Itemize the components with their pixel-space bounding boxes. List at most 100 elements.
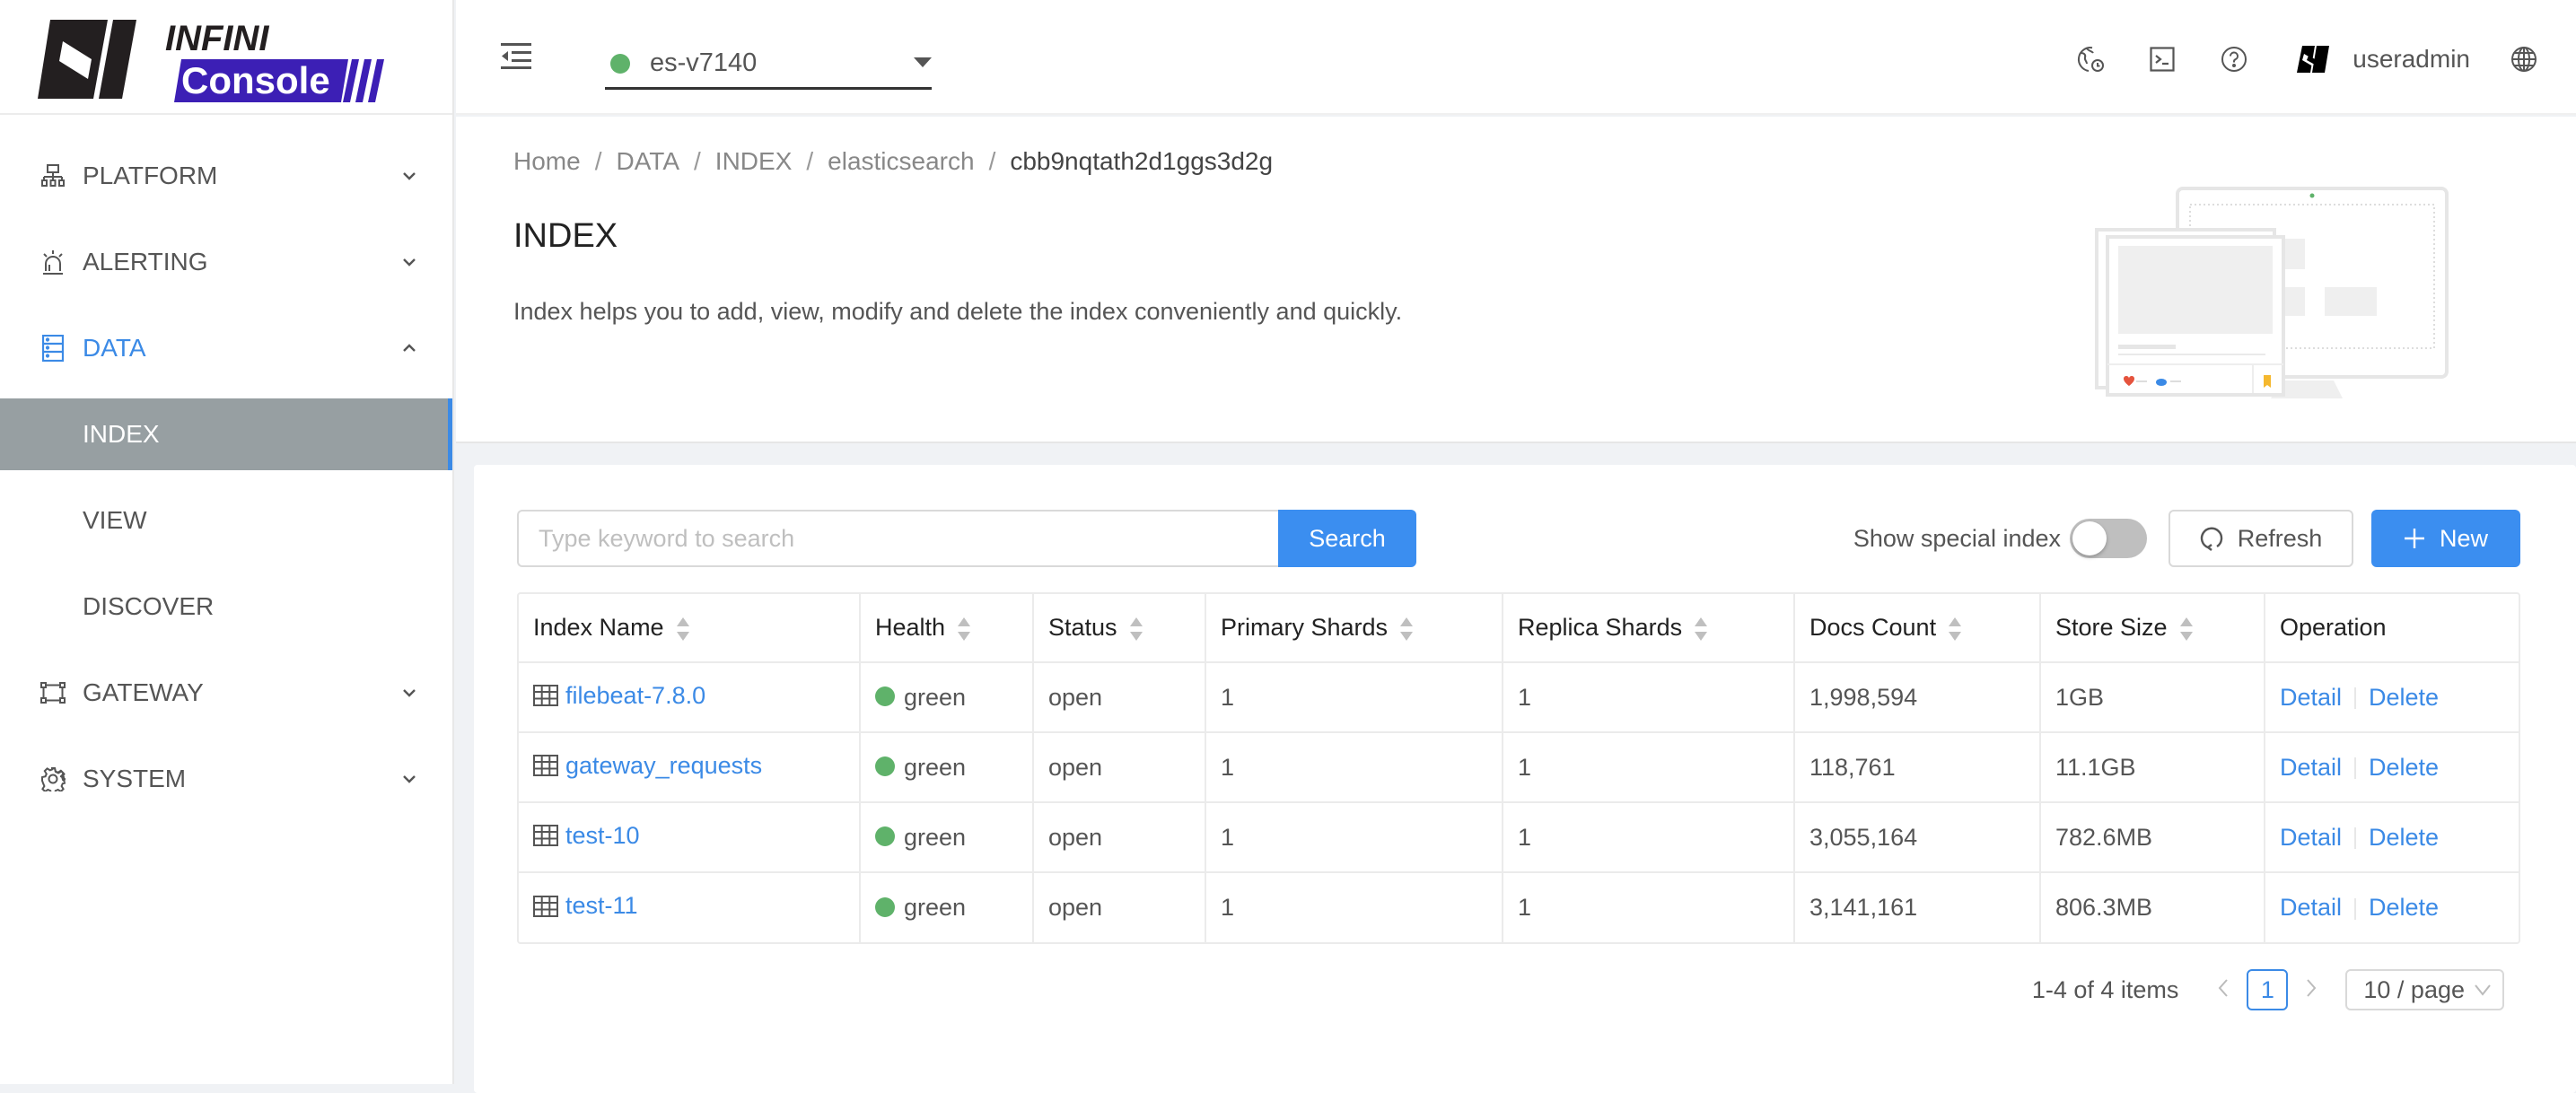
cluster-select[interactable]: es-v7140: [605, 39, 932, 90]
index-name-link[interactable]: gateway_requests: [533, 752, 762, 780]
page-1-button[interactable]: 1: [2247, 969, 2289, 1010]
breadcrumb-home[interactable]: Home: [513, 147, 581, 176]
column-header-store-size[interactable]: Store Size: [2040, 594, 2265, 663]
sidebar-item-alerting[interactable]: ALERTING: [0, 219, 452, 305]
replica-shards-value: 1: [1503, 662, 1795, 733]
detail-link[interactable]: Detail: [2280, 754, 2342, 781]
special-index-toggle[interactable]: [2070, 519, 2147, 558]
user-menu[interactable]: useradmin: [2297, 45, 2470, 74]
top-header: es-v7140 useradmin: [456, 0, 2576, 115]
column-header-health[interactable]: Health: [860, 594, 1034, 663]
replica-shards-value: 1: [1503, 872, 1795, 942]
page-title: INDEX: [513, 217, 618, 255]
sort-icon[interactable]: [1400, 616, 1414, 641]
collapse-sidebar-button[interactable]: [501, 41, 531, 70]
cluster-name: es-v7140: [650, 48, 758, 77]
chevron-right-icon: [2307, 978, 2317, 997]
page-size-select[interactable]: 10 / page: [2345, 969, 2504, 1010]
detail-link[interactable]: Detail: [2280, 894, 2342, 921]
docs-count-value: 3,141,161: [1794, 872, 2041, 942]
primary-shards-value: 1: [1205, 802, 1503, 873]
sort-icon[interactable]: [958, 616, 971, 641]
timezone-globe-icon[interactable]: [2076, 45, 2105, 74]
sort-icon[interactable]: [2179, 616, 2193, 641]
breadcrumb-data[interactable]: DATA: [616, 147, 679, 176]
delete-link[interactable]: Delete: [2369, 894, 2439, 921]
cluster-status-dot: [610, 53, 630, 74]
sort-icon[interactable]: [1695, 616, 1708, 641]
reload-icon: [2200, 527, 2222, 551]
status-value: open: [1033, 872, 1206, 942]
chevron-down-icon: [403, 258, 416, 267]
column-header-status[interactable]: Status: [1033, 594, 1206, 663]
divider: [2354, 757, 2357, 780]
username: useradmin: [2353, 45, 2470, 73]
column-header-index-name[interactable]: Index Name: [519, 594, 861, 663]
sort-icon[interactable]: [676, 616, 689, 641]
table-icon: [533, 825, 558, 847]
globe-icon[interactable]: [2510, 45, 2538, 74]
primary-shards-value: 1: [1205, 872, 1503, 942]
plus-icon: [2404, 529, 2424, 548]
svg-text:INFINI: INFINI: [165, 19, 269, 58]
sort-icon[interactable]: [1129, 616, 1143, 641]
sidebar-item-gateway[interactable]: GATEWAY: [0, 650, 452, 736]
docs-count-value: 118,761: [1794, 732, 2041, 803]
column-header-primary-shards[interactable]: Primary Shards: [1205, 594, 1503, 663]
table-row: gateway_requests green open 1 1 118,761 …: [519, 732, 2519, 803]
sidebar-item-index[interactable]: INDEX: [0, 398, 452, 470]
sidebar-item-view[interactable]: VIEW: [0, 477, 452, 564]
delete-link[interactable]: Delete: [2369, 824, 2439, 851]
sort-icon[interactable]: [1949, 616, 1962, 641]
sidebar-item-platform[interactable]: PLATFORM: [0, 133, 452, 219]
table-icon: [533, 895, 558, 917]
page-header: Home / DATA / INDEX / elasticsearch / cb…: [456, 117, 2576, 443]
status-value: open: [1033, 732, 1206, 803]
search-input[interactable]: [517, 510, 1278, 567]
chevron-down-icon: [403, 172, 416, 180]
column-header-docs-count[interactable]: Docs Count: [1794, 594, 2041, 663]
detail-link[interactable]: Detail: [2280, 684, 2342, 711]
index-table: Index Name Health Status Primary Shards …: [517, 592, 2520, 944]
next-page-button[interactable]: [2302, 976, 2320, 1004]
chevron-down-icon: [403, 775, 416, 783]
index-name-link[interactable]: filebeat-7.8.0: [533, 682, 705, 710]
terminal-icon[interactable]: [2148, 45, 2177, 74]
health-dot: [875, 826, 895, 847]
avatar: [2297, 46, 2330, 73]
sidebar-item-system[interactable]: SYSTEM: [0, 736, 452, 822]
index-name-link[interactable]: test-10: [533, 822, 640, 850]
refresh-button[interactable]: Refresh: [2169, 510, 2353, 567]
sidebar-item-label: INDEX: [83, 420, 160, 448]
table-row: test-11 green open 1 1 3,141,161 806.3MB…: [519, 872, 2519, 942]
toolbar-actions: Show special index Refresh New: [1853, 510, 2520, 567]
breadcrumb-elasticsearch[interactable]: elasticsearch: [828, 147, 974, 176]
chevron-down-icon: [2475, 984, 2491, 996]
sidebar-menu: PLATFORM ALERTING DATA INDEX VIEW DISCOV…: [0, 115, 452, 822]
search-button[interactable]: Search: [1278, 510, 1416, 567]
index-name-link[interactable]: test-11: [533, 892, 638, 920]
delete-link[interactable]: Delete: [2369, 684, 2439, 711]
column-header-replica-shards[interactable]: Replica Shards: [1503, 594, 1795, 663]
store-size-value: 1GB: [2040, 662, 2265, 733]
breadcrumb-separator: /: [594, 147, 602, 175]
special-index-label: Show special index: [1853, 524, 2061, 552]
help-icon[interactable]: [2220, 45, 2248, 74]
sidebar-item-discover[interactable]: DISCOVER: [0, 564, 452, 650]
detail-link[interactable]: Detail: [2280, 824, 2342, 851]
new-label: New: [2439, 524, 2488, 552]
page-size-value: 10 / page: [2363, 975, 2465, 1003]
breadcrumb-separator: /: [988, 147, 996, 175]
gear-icon: [39, 765, 66, 792]
new-index-button[interactable]: New: [2371, 510, 2520, 567]
sidebar-item-data[interactable]: DATA: [0, 305, 452, 391]
breadcrumb-separator: /: [806, 147, 814, 175]
logo[interactable]: INFINI Console: [0, 0, 452, 115]
replica-shards-value: 1: [1503, 732, 1795, 803]
toggle-knob: [2072, 521, 2107, 555]
breadcrumb-index[interactable]: INDEX: [715, 147, 793, 176]
delete-link[interactable]: Delete: [2369, 754, 2439, 781]
prev-page-button[interactable]: [2214, 976, 2232, 1004]
table-row: test-10 green open 1 1 3,055,164 782.6MB…: [519, 802, 2519, 873]
database-icon: [39, 335, 66, 362]
